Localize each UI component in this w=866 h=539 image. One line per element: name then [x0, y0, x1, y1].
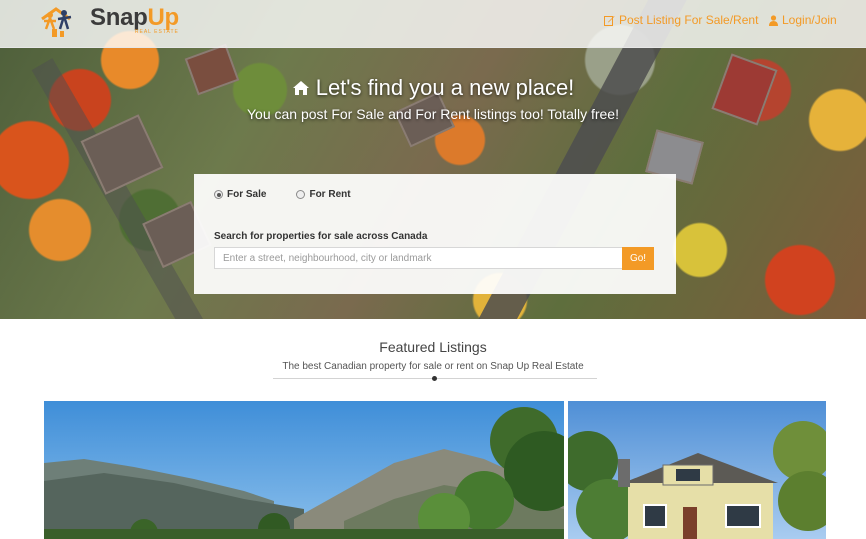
radio-dot-unchecked[interactable] — [296, 190, 306, 199]
people-house-logo-icon — [41, 7, 72, 37]
hero-title: Let's find you a new place! — [0, 75, 866, 101]
login-join-label: Login/Join — [782, 13, 837, 27]
hero-title-text: Let's find you a new place! — [315, 75, 575, 100]
logo[interactable]: SnapUp REAL ESTATE — [38, 5, 179, 39]
listing-type-selector: For Sale For Rent — [214, 189, 351, 200]
hero-subtitle: You can post For Sale and For Rent listi… — [247, 106, 619, 122]
divider-dot — [432, 376, 437, 381]
radio-dot-checked[interactable] — [214, 190, 223, 199]
brand-name: SnapUp — [90, 4, 179, 31]
roof-image — [80, 114, 164, 195]
radio-for-sale-label: For Sale — [227, 189, 267, 200]
user-icon — [769, 14, 778, 26]
mountain-landscape-image — [44, 401, 564, 539]
post-listing-label: Post Listing For Sale/Rent — [619, 13, 759, 27]
house-image — [568, 401, 826, 539]
radio-for-rent-label: For Rent — [309, 189, 351, 200]
featured-title: Featured Listings — [379, 339, 487, 355]
featured-listing-image[interactable] — [44, 401, 564, 539]
search-input[interactable] — [214, 247, 628, 269]
featured-listing-image[interactable] — [568, 401, 826, 539]
radio-for-sale[interactable]: For Sale — [214, 189, 266, 200]
radio-for-rent[interactable]: For Rent — [296, 189, 351, 200]
search-panel: For Sale For Rent Search for properties … — [194, 174, 676, 294]
edit-icon — [604, 15, 615, 26]
top-navigation-bar: SnapUp REAL ESTATE Post Listing For Sale… — [0, 0, 866, 48]
featured-subtitle: The best Canadian property for sale or r… — [282, 361, 584, 372]
search-go-button[interactable]: Go! — [622, 247, 654, 270]
login-join-link[interactable]: Login/Join — [769, 13, 837, 27]
search-label: Search for properties for sale across Ca… — [214, 231, 428, 242]
post-listing-link[interactable]: Post Listing For Sale/Rent — [604, 13, 758, 27]
home-icon — [292, 81, 309, 95]
